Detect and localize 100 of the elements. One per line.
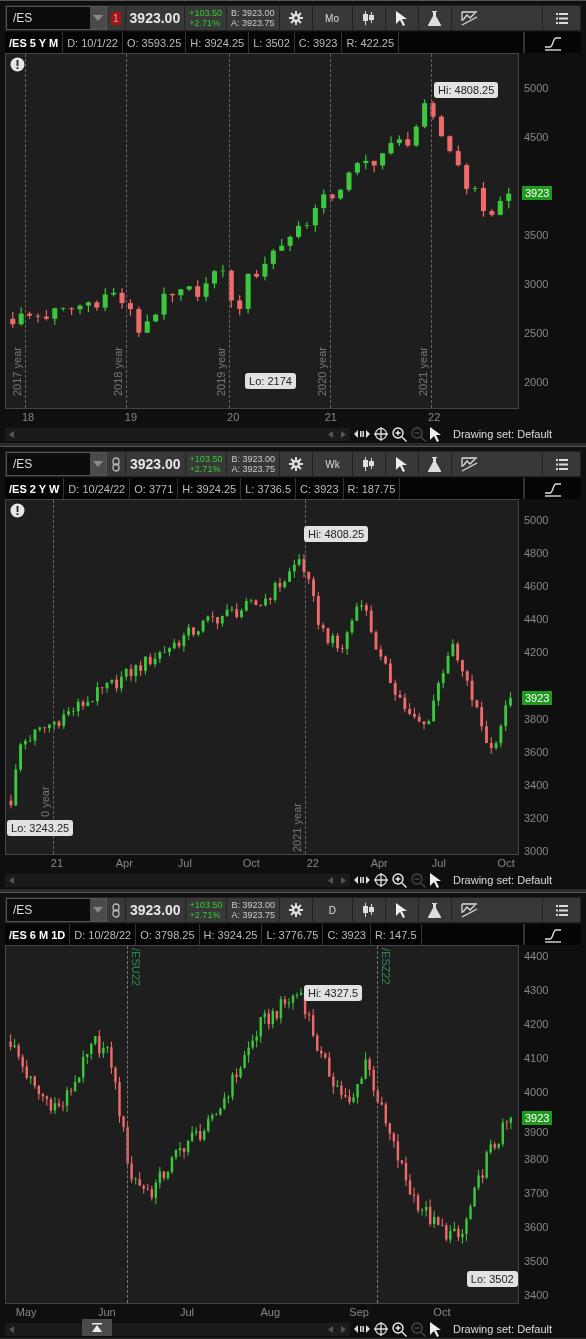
- last-price: 3923.00: [125, 452, 185, 476]
- low-label: Lo: 3502: [466, 1270, 518, 1287]
- interval-button[interactable]: Wk: [311, 452, 352, 476]
- candle: [52, 307, 58, 325]
- candle: [480, 182, 486, 217]
- period-marker-label: 2021 year: [418, 347, 430, 396]
- drawing-tools-icon: [460, 10, 478, 26]
- time-axis-label: Apr: [370, 857, 388, 869]
- drawing-set-label[interactable]: Drawing set: Default: [453, 874, 553, 886]
- pan-icon[interactable]: [354, 875, 370, 885]
- last-price-badge: 3923: [522, 691, 553, 706]
- period-marker-label: 2021 year: [292, 803, 303, 852]
- pointer-icon[interactable]: [430, 1321, 441, 1337]
- candle: [296, 221, 302, 239]
- candle: [111, 288, 117, 297]
- pan-icon[interactable]: [354, 429, 370, 439]
- curve-icon: [544, 34, 562, 51]
- alert-icon[interactable]: [10, 57, 25, 72]
- net-change: +103.50: [189, 8, 222, 18]
- candlestick-icon: [362, 903, 376, 917]
- drawing-tools-icon: [460, 456, 478, 472]
- time-axis-label: 18: [22, 411, 35, 423]
- price-axis-label: 5000: [524, 514, 549, 526]
- candle: [304, 221, 310, 229]
- symbol-dropdown[interactable]: /ES: [6, 898, 107, 922]
- alert-icon[interactable]: [10, 503, 25, 518]
- zoom-in-icon[interactable]: [392, 872, 407, 888]
- flask-icon: [428, 902, 442, 918]
- candle: [169, 293, 175, 303]
- candle: [329, 193, 335, 201]
- candle: [211, 269, 217, 289]
- zoom-in-icon[interactable]: [392, 1321, 407, 1337]
- candle: [497, 196, 503, 216]
- last-price-badge: 3923: [522, 186, 553, 201]
- candle: [447, 135, 453, 153]
- symbol-dropdown[interactable]: /ES: [6, 6, 107, 30]
- price-axis-label: 3000: [524, 845, 549, 857]
- ask-price: A: 3923.75: [231, 910, 275, 920]
- candle: [254, 269, 260, 279]
- link-icon[interactable]: [112, 902, 120, 918]
- period-marker-label: 2020 year: [316, 347, 328, 396]
- drawing-set-label[interactable]: Drawing set: Default: [453, 1323, 553, 1335]
- price-axis-label: 5000: [524, 81, 549, 94]
- interval-button[interactable]: D: [311, 898, 352, 922]
- candle: [178, 288, 184, 301]
- zoom-in-icon[interactable]: [392, 426, 407, 442]
- candle: [69, 307, 75, 315]
- candle: [430, 101, 436, 120]
- candle: [422, 99, 428, 129]
- pointer-icon[interactable]: [430, 872, 441, 888]
- collapse-button[interactable]: [82, 1318, 112, 1336]
- symbol-dropdown[interactable]: /ES: [6, 452, 107, 476]
- pan-icon[interactable]: [354, 1324, 370, 1334]
- menu-icon: [555, 458, 568, 470]
- curve-icon: [544, 480, 562, 497]
- candle: [455, 145, 461, 167]
- caret-icon: [93, 907, 103, 913]
- last-price: 3923.00: [124, 6, 185, 30]
- pointer-icon: [396, 456, 408, 472]
- candle: [127, 299, 133, 316]
- candle: [438, 115, 444, 137]
- alert-badge[interactable]: 1: [111, 11, 121, 25]
- candle: [85, 301, 91, 313]
- candle: [472, 185, 478, 193]
- time-axis-label: Jul: [179, 1306, 194, 1318]
- price-axis-label: 4800: [524, 547, 549, 560]
- price-axis-label: 3800: [524, 712, 549, 725]
- price-axis-label: 4200: [524, 1018, 549, 1031]
- crosshair-icon[interactable]: [374, 1322, 388, 1336]
- pointer-icon[interactable]: [430, 426, 441, 442]
- period-marker-label: /ESZ22: [379, 948, 391, 985]
- interval-button[interactable]: Mo: [311, 6, 352, 30]
- price-axis-label: 4100: [524, 1051, 549, 1064]
- bid-price: B: 3923.00: [231, 454, 275, 464]
- last-price: 3923.00: [125, 898, 185, 922]
- net-change: +103.50: [189, 454, 223, 464]
- crosshair-icon[interactable]: [374, 427, 388, 441]
- time-axis-label: Apr: [115, 857, 133, 869]
- candle: [228, 269, 234, 308]
- candle: [43, 310, 49, 321]
- candle: [144, 314, 150, 333]
- bid-price: B: 3923.00: [231, 900, 275, 910]
- price-axis-label: 4200: [524, 646, 549, 659]
- crosshair-icon[interactable]: [374, 873, 388, 887]
- price-axis-label: 3600: [524, 1220, 549, 1233]
- candle: [371, 160, 377, 173]
- link-icon[interactable]: [112, 456, 120, 472]
- high-label: Hi: 4808.25: [434, 81, 499, 98]
- ask-price: A: 3923.75: [231, 464, 275, 474]
- candle: [60, 307, 66, 312]
- price-axis-label: 4300: [524, 984, 549, 997]
- candle: [186, 286, 192, 292]
- price-axis-label: 4000: [524, 1085, 549, 1098]
- collapse-icon: [92, 1322, 102, 1332]
- price-axis-label: 4400: [524, 613, 549, 626]
- candle: [153, 313, 159, 323]
- candle: [279, 238, 285, 251]
- percent-change: +2.71%: [189, 464, 222, 474]
- curve-icon: [544, 926, 562, 943]
- drawing-set-label[interactable]: Drawing set: Default: [453, 428, 553, 440]
